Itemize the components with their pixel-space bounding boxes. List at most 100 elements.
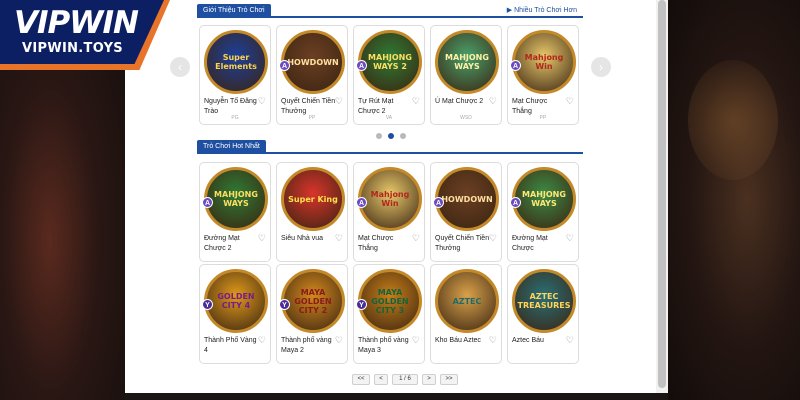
game-card[interactable]: MAHJONG WAYS A Đường Mạt Chược ♡ xyxy=(507,162,579,262)
game-thumbnail[interactable]: MAYA GOLDEN CITY 3 xyxy=(358,269,422,333)
favorite-heart-icon[interactable]: ♡ xyxy=(412,233,420,244)
game-card[interactable]: HOWDOWN A Quyết Chiến Tiền Thưởng ♡ PP xyxy=(276,25,348,125)
favorite-heart-icon[interactable]: ♡ xyxy=(566,96,574,107)
game-thumbnail[interactable]: MAHJONG WAYS xyxy=(204,167,268,231)
game-thumbnail[interactable]: MAHJONG WAYS 2 xyxy=(358,30,422,94)
favorite-heart-icon[interactable]: ♡ xyxy=(489,96,497,107)
next-page-button[interactable]: > xyxy=(422,374,436,385)
game-name: Đường Mạt Chược 2 xyxy=(204,235,240,252)
carousel-dot[interactable] xyxy=(376,133,382,139)
favorite-heart-icon[interactable]: ♡ xyxy=(258,233,266,244)
favorite-heart-icon[interactable]: ♡ xyxy=(566,233,574,244)
game-thumbnail-title: Mahjong Win xyxy=(524,53,564,71)
game-thumbnail[interactable]: Super King xyxy=(281,167,345,231)
game-name: Thành phố vàng Maya 3 xyxy=(358,337,409,354)
game-card[interactable]: MAYA GOLDEN CITY 3 Y Thành phố vàng Maya 3… xyxy=(353,264,425,364)
favorite-heart-icon[interactable]: ♡ xyxy=(335,335,343,346)
provider-badge: Y xyxy=(356,299,367,310)
pagination: << < 1 / 6 > >> xyxy=(352,374,458,385)
game-name: Kho Báu Aztec xyxy=(435,337,481,344)
game-thumbnail[interactable]: Mahjong Win xyxy=(358,167,422,231)
intro-section-header: Giới Thiệu Trò Chơi ▶ Nhiều Trò Chơi Hơn xyxy=(197,4,583,18)
game-card[interactable]: HOWDOWN A Quyết Chiến Tiền Thưởng ♡ xyxy=(430,162,502,262)
provider-badge: A xyxy=(356,60,367,71)
brand-domain: VIPWIN.TOYS xyxy=(22,41,123,56)
game-thumbnail[interactable]: AZTEC TREASURES xyxy=(512,269,576,333)
more-games-link[interactable]: ▶ Nhiều Trò Chơi Hơn xyxy=(507,4,577,18)
brand-title: VIPWIN xyxy=(14,5,139,41)
game-name: Thành Phố Vàng 4 xyxy=(204,337,257,354)
last-page-button[interactable]: >> xyxy=(440,374,458,385)
provider-badge: A xyxy=(356,197,367,208)
favorite-heart-icon[interactable]: ♡ xyxy=(335,96,343,107)
game-thumbnail[interactable]: Mahjong Win xyxy=(512,30,576,94)
game-card[interactable]: MAHJONG WAYS Ú Mạt Chược 2 ♡ WSD xyxy=(430,25,502,125)
game-name: Tự Rút Mạt Chược 2 xyxy=(358,98,394,115)
game-thumbnail-title: MAYA GOLDEN CITY 2 xyxy=(294,287,332,315)
carousel-prev-button[interactable]: ‹ xyxy=(170,57,190,77)
scrollbar-thumb[interactable] xyxy=(658,0,666,388)
carousel-dot-active[interactable] xyxy=(388,133,394,139)
provider-badge: A xyxy=(433,197,444,208)
favorite-heart-icon[interactable]: ♡ xyxy=(335,233,343,244)
hot-heading: Trò Chơi Hot Nhất xyxy=(197,140,266,154)
carousel-dots xyxy=(376,133,406,139)
game-thumbnail[interactable]: MAHJONG WAYS xyxy=(435,30,499,94)
game-provider: WSD xyxy=(460,115,472,121)
game-name: Thành phố vàng Maya 2 xyxy=(281,337,332,354)
game-card[interactable]: GOLDEN CITY 4 Y Thành Phố Vàng 4 ♡ xyxy=(199,264,271,364)
game-thumbnail-title: HOWDOWN xyxy=(441,194,493,204)
game-name: Mạt Chược Thắng xyxy=(512,98,548,115)
hot-section-header: Trò Chơi Hot Nhất xyxy=(197,140,583,154)
game-card[interactable]: MAYA GOLDEN CITY 2 Y Thành phố vàng Maya 2… xyxy=(276,264,348,364)
game-card[interactable]: AZTEC Kho Báu Aztec ♡ xyxy=(430,264,502,364)
game-provider: PP xyxy=(308,115,316,121)
game-thumbnail[interactable]: MAYA GOLDEN CITY 2 xyxy=(281,269,345,333)
game-thumbnail[interactable]: HOWDOWN xyxy=(435,167,499,231)
favorite-heart-icon[interactable]: ♡ xyxy=(412,96,420,107)
favorite-heart-icon[interactable]: ♡ xyxy=(412,335,420,346)
game-thumbnail[interactable]: HOWDOWN xyxy=(281,30,345,94)
game-thumbnail-title: AZTEC TREASURES xyxy=(517,292,571,310)
game-name: Quyết Chiến Tiền Thưởng xyxy=(435,235,490,252)
game-name: Nguyễn Tố Đăng Trào xyxy=(204,98,257,115)
game-card[interactable]: Mahjong Win A Mạt Chược Thắng ♡ PP xyxy=(507,25,579,125)
prev-page-button[interactable]: < xyxy=(374,374,388,385)
carousel-next-button[interactable]: › xyxy=(591,57,611,77)
game-provider: PG xyxy=(231,115,239,121)
game-name: Đường Mạt Chược xyxy=(512,235,548,252)
provider-badge: A xyxy=(510,197,521,208)
game-thumbnail-title: AZTEC xyxy=(452,296,482,306)
favorite-heart-icon[interactable]: ♡ xyxy=(566,335,574,346)
provider-badge: A xyxy=(510,60,521,71)
first-page-button[interactable]: << xyxy=(352,374,370,385)
favorite-heart-icon[interactable]: ♡ xyxy=(489,335,497,346)
favorite-heart-icon[interactable]: ♡ xyxy=(489,233,497,244)
game-card[interactable]: AZTEC TREASURES Aztec Báu ♡ xyxy=(507,264,579,364)
game-thumbnail-title: HOWDOWN xyxy=(287,57,339,67)
game-name: Mạt Chược Thắng xyxy=(358,235,394,252)
provider-badge: A xyxy=(202,197,213,208)
game-thumbnail-title: Super King xyxy=(288,194,338,204)
game-thumbnail[interactable]: MAHJONG WAYS xyxy=(512,167,576,231)
game-thumbnail-title: MAHJONG WAYS xyxy=(445,53,489,71)
game-thumbnail-title: GOLDEN CITY 4 xyxy=(217,292,255,310)
favorite-heart-icon[interactable]: ♡ xyxy=(258,335,266,346)
game-provider: VA xyxy=(385,115,393,121)
intro-heading: Giới Thiệu Trò Chơi xyxy=(197,4,271,18)
game-name: Ú Mạt Chược 2 xyxy=(435,98,484,105)
game-card[interactable]: Super Elements Nguyễn Tố Đăng Trào ♡ PG xyxy=(199,25,271,125)
game-thumbnail[interactable]: Super Elements xyxy=(204,30,268,94)
game-thumbnail[interactable]: AZTEC xyxy=(435,269,499,333)
game-name: Aztec Báu xyxy=(512,337,544,344)
game-card[interactable]: MAHJONG WAYS 2 A Tự Rút Mạt Chược 2 ♡ VA xyxy=(353,25,425,125)
game-thumbnail[interactable]: GOLDEN CITY 4 xyxy=(204,269,268,333)
provider-badge: A xyxy=(279,60,290,71)
game-thumbnail-title: MAHJONG WAYS xyxy=(522,190,566,208)
game-card[interactable]: Mahjong Win A Mạt Chược Thắng ♡ xyxy=(353,162,425,262)
game-provider: PP xyxy=(539,115,547,121)
game-card[interactable]: MAHJONG WAYS A Đường Mạt Chược 2 ♡ xyxy=(199,162,271,262)
game-card[interactable]: Super King Siêu Nhà vua ♡ xyxy=(276,162,348,262)
favorite-heart-icon[interactable]: ♡ xyxy=(258,96,266,107)
carousel-dot[interactable] xyxy=(400,133,406,139)
